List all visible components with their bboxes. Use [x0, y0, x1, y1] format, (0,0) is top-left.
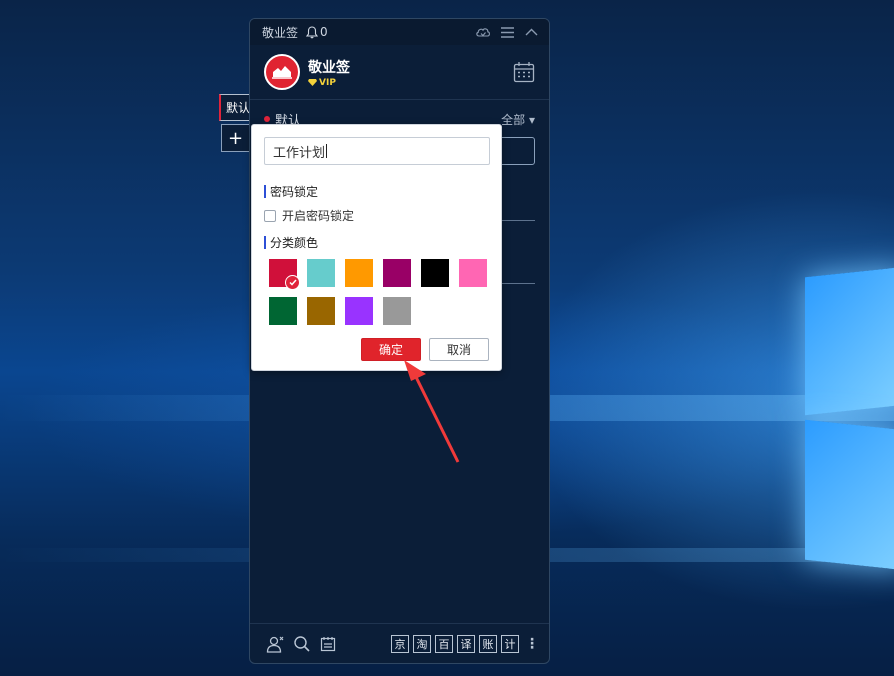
contacts-icon[interactable]: [266, 634, 286, 654]
category-color-dot: [264, 116, 270, 122]
notification-count: 0: [320, 25, 328, 39]
windows-logo: [805, 266, 894, 416]
vip-badge: VIP: [308, 78, 350, 88]
color-swatch[interactable]: [345, 297, 373, 325]
color-swatch[interactable]: [345, 259, 373, 287]
password-lock-label: 开启密码锁定: [282, 209, 355, 223]
chevron-up-icon[interactable]: [523, 24, 539, 40]
confirm-button[interactable]: 确定: [361, 338, 421, 361]
user-name: 敬业签: [308, 59, 350, 76]
color-swatch[interactable]: [459, 259, 487, 287]
notes-icon[interactable]: [318, 634, 338, 654]
title-bar: 敬业签 0: [250, 19, 549, 45]
windows-logo-lower: [805, 419, 894, 571]
notification-bell[interactable]: 0: [306, 25, 328, 39]
cloud-sync-icon[interactable]: [475, 24, 491, 40]
password-lock-option[interactable]: 开启密码锁定: [264, 207, 354, 224]
brand-logo-icon: [272, 66, 292, 79]
tool-jing[interactable]: 京: [391, 634, 409, 653]
color-swatch[interactable]: [269, 259, 300, 290]
color-swatch[interactable]: [269, 297, 297, 325]
bell-icon: [306, 25, 319, 38]
more-icon[interactable]: ⋮: [525, 636, 539, 652]
menu-icon[interactable]: [499, 24, 515, 40]
diamond-icon: [308, 79, 317, 86]
tool-yi[interactable]: 译: [457, 634, 475, 653]
password-section-title: 密码锁定: [264, 183, 318, 200]
color-swatch[interactable]: [421, 259, 449, 287]
password-lock-checkbox[interactable]: [264, 209, 276, 222]
category-filter-dropdown[interactable]: 全部 ▾: [501, 111, 535, 128]
tool-bai[interactable]: 百: [435, 634, 453, 653]
side-tab-default[interactable]: 默认: [219, 94, 249, 121]
tool-zhang[interactable]: 账: [479, 634, 497, 653]
bottom-toolbar: 京 淘 百 译 账 计 ⋮: [250, 623, 549, 663]
side-add-button[interactable]: +: [221, 124, 249, 152]
tool-ji[interactable]: 计: [501, 634, 519, 653]
app-title: 敬业签: [262, 25, 299, 40]
cancel-button[interactable]: 取消: [429, 338, 489, 361]
color-swatch[interactable]: [383, 259, 411, 287]
color-swatch[interactable]: [307, 259, 335, 287]
user-row: 敬业签 VIP: [250, 45, 549, 100]
search-icon[interactable]: [292, 634, 312, 654]
tool-tao[interactable]: 淘: [413, 634, 431, 653]
selected-check-icon: [285, 275, 300, 290]
calendar-icon[interactable]: [513, 61, 535, 83]
category-edit-dialog: 工作计划 密码锁定 开启密码锁定 分类颜色 确定 取消: [251, 124, 502, 371]
color-swatch[interactable]: [307, 297, 335, 325]
color-section-title: 分类颜色: [264, 234, 318, 251]
color-swatch[interactable]: [383, 297, 411, 325]
avatar[interactable]: [264, 54, 300, 90]
category-name-input[interactable]: 工作计划: [264, 137, 490, 165]
